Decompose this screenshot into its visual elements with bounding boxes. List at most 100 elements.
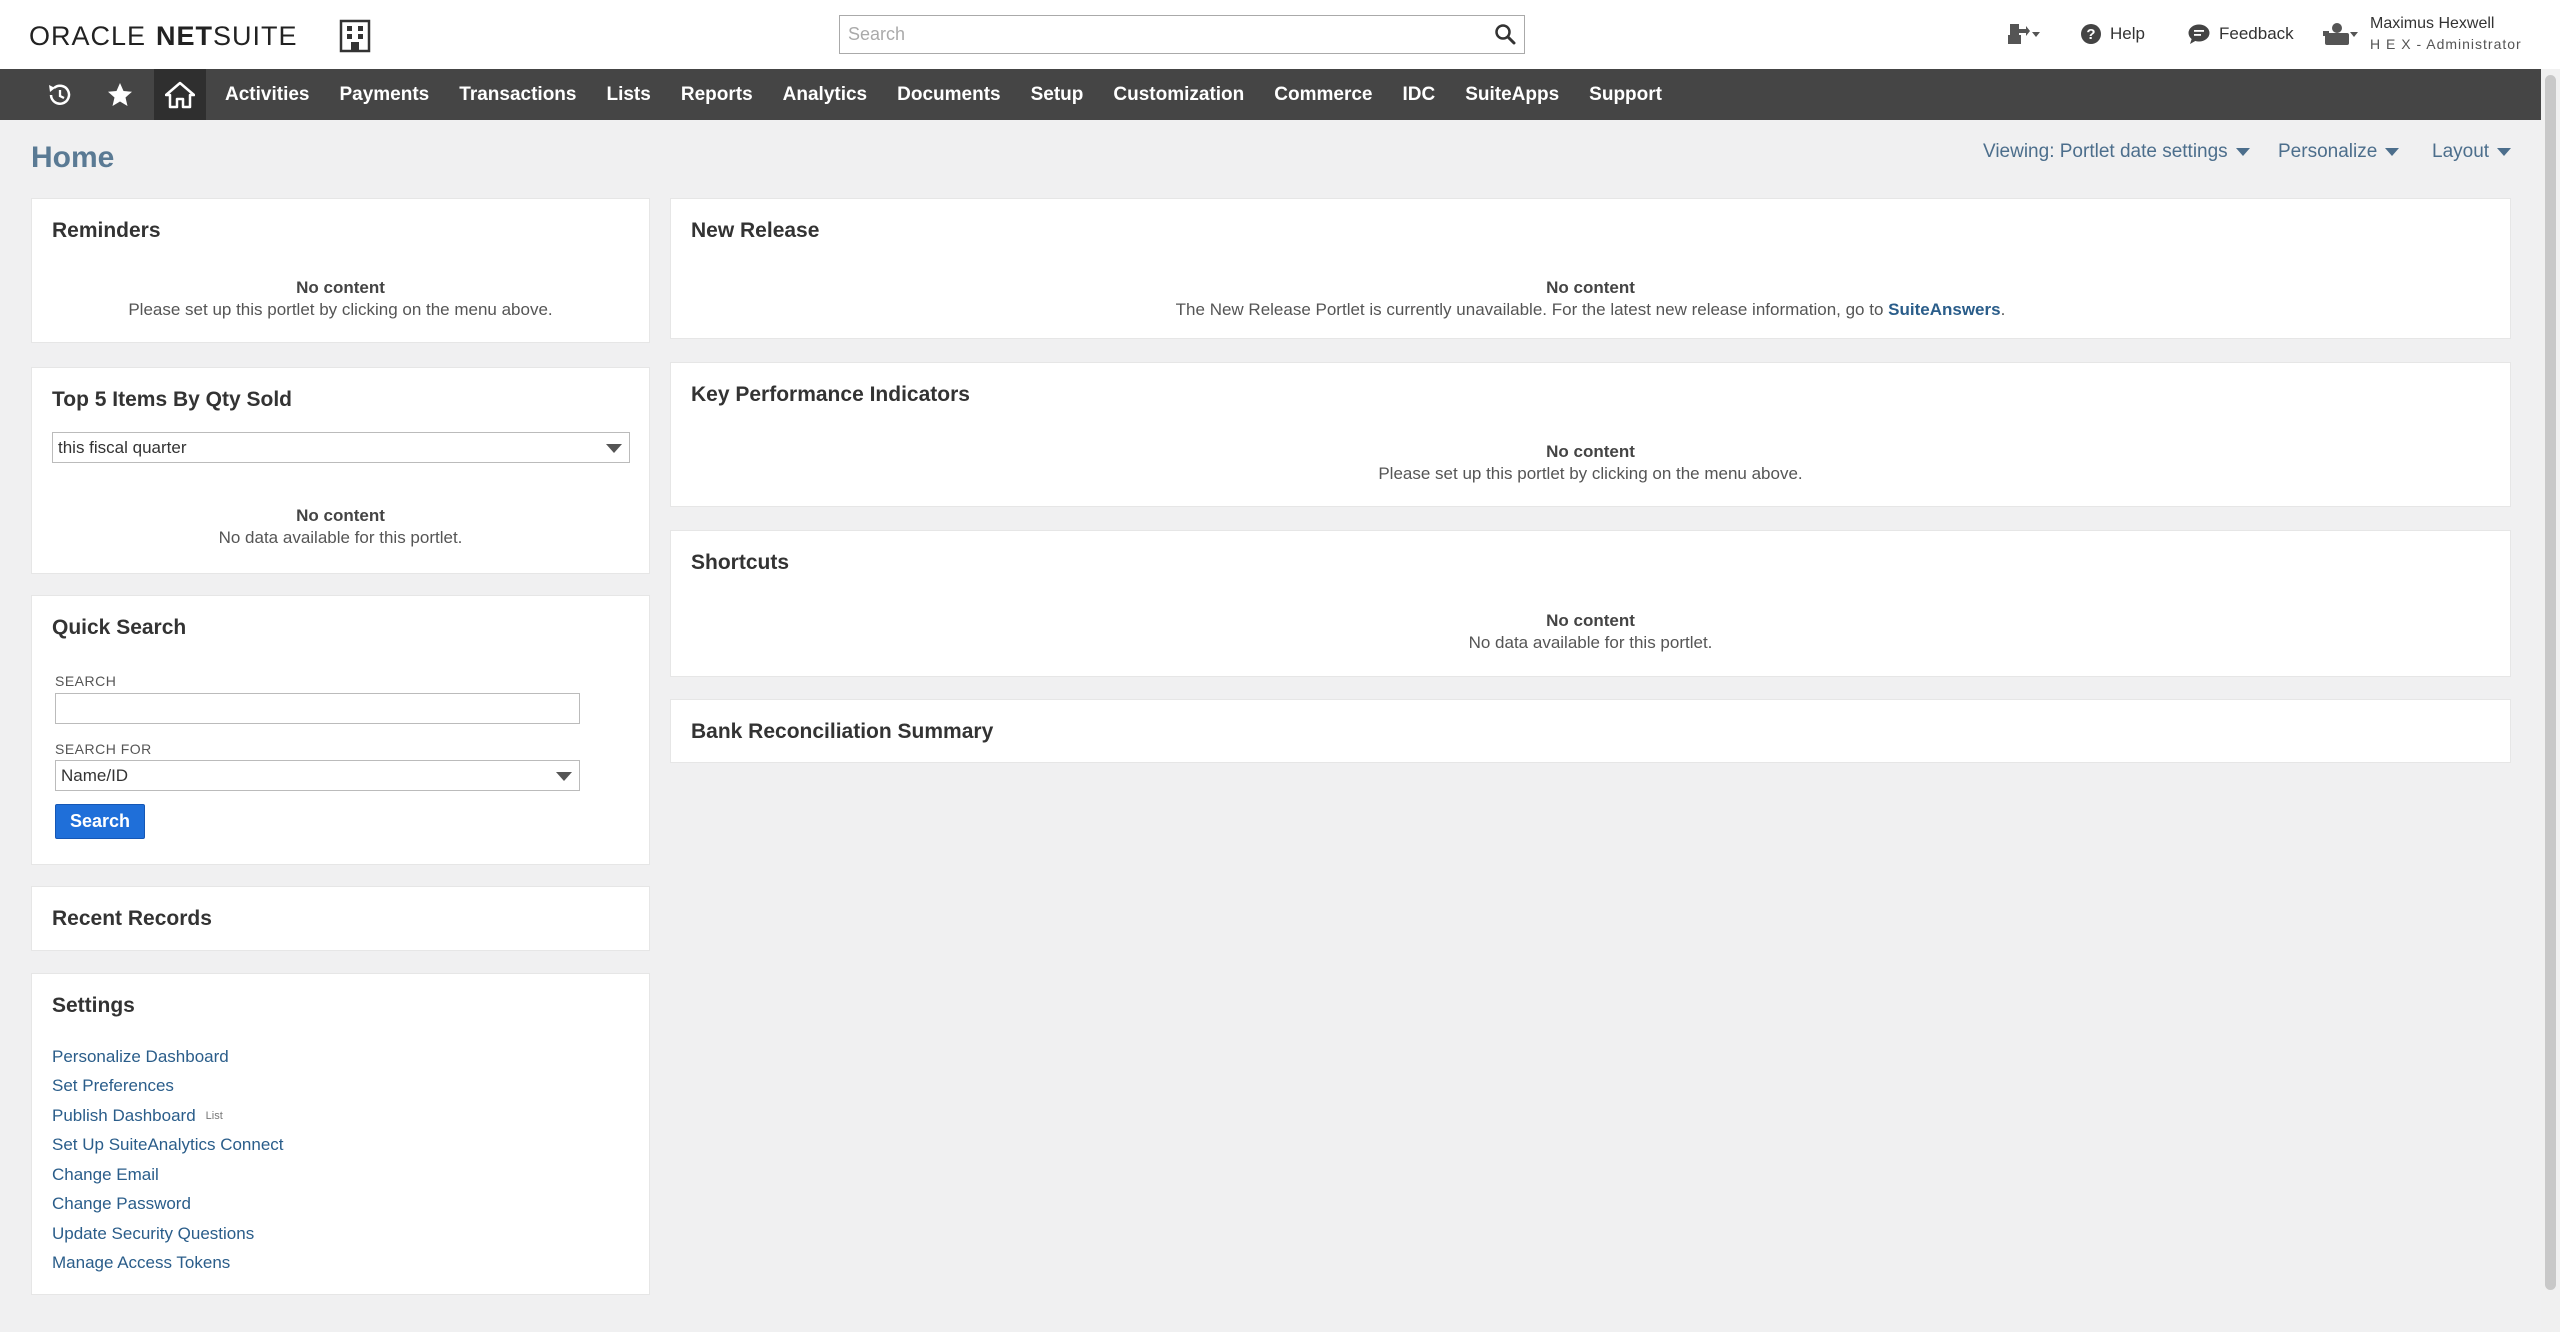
chevron-down-icon xyxy=(556,771,572,781)
portlet-title: Recent Records xyxy=(52,907,212,930)
home-button[interactable] xyxy=(154,69,206,120)
reminders-portlet: Reminders No content Please set up this … xyxy=(31,198,650,343)
portlet-title: Quick Search xyxy=(52,616,187,639)
nav-item-idc[interactable]: IDC xyxy=(1387,69,1450,120)
personalize-dropdown[interactable]: Personalize xyxy=(2278,138,2400,166)
link-label: Update Security Questions xyxy=(52,1223,255,1243)
period-select[interactable]: this fiscal quarter xyxy=(52,432,630,463)
settings-link-change-email[interactable]: Change Email xyxy=(52,1160,284,1190)
search-for-label: SEARCH FOR xyxy=(55,741,152,757)
nav-item-documents[interactable]: Documents xyxy=(882,69,1015,120)
link-label: Set Preferences xyxy=(52,1076,174,1096)
layout-label: Layout xyxy=(2432,141,2490,162)
svg-text:?: ? xyxy=(2086,26,2095,43)
feedback-label: Feedback xyxy=(2219,24,2294,43)
no-content-message: No content Please set up this portlet by… xyxy=(32,277,649,321)
home-icon xyxy=(165,81,195,108)
search-for-select[interactable]: Name/ID xyxy=(55,760,580,791)
settings-links: Personalize Dashboard Set Preferences Pu… xyxy=(52,1042,284,1278)
nav-item-transactions[interactable]: Transactions xyxy=(444,69,591,120)
page-title: Home xyxy=(31,141,115,174)
no-content-message: No content No data available for this po… xyxy=(32,505,649,549)
favorites-button[interactable] xyxy=(95,69,145,120)
no-content-message: No content The New Release Portlet is cu… xyxy=(671,277,2510,321)
feedback-link[interactable]: Feedback xyxy=(2187,14,2294,54)
logo-text-oracle: ORACLE xyxy=(29,20,147,51)
favorites-star-icon xyxy=(108,82,132,106)
nav-menu: Activities Payments Transactions Lists R… xyxy=(210,69,1677,120)
publish-list-tag[interactable]: List xyxy=(206,1110,223,1122)
link-label: Publish Dashboard xyxy=(52,1105,196,1125)
nav-item-commerce[interactable]: Commerce xyxy=(1259,69,1387,120)
portlet-title: Shortcuts xyxy=(691,551,790,574)
nav-item-lists[interactable]: Lists xyxy=(591,69,665,120)
no-content-heading: No content xyxy=(296,506,385,525)
nav-item-setup[interactable]: Setup xyxy=(1016,69,1099,120)
shortcuts-portlet: Shortcuts No content No data available f… xyxy=(670,530,2511,677)
viewing-dropdown[interactable]: Viewing: Portlet date settings xyxy=(1983,138,2250,166)
portlet-title: New Release xyxy=(691,219,820,242)
top-header: ORACLE NETSUITE ? Help xyxy=(0,0,2560,69)
recent-history-button[interactable] xyxy=(35,69,85,120)
recent-records-portlet: Recent Records xyxy=(31,886,650,951)
quick-search-button[interactable]: Search xyxy=(55,804,145,839)
settings-link-change-password[interactable]: Change Password xyxy=(52,1190,284,1220)
help-label: Help xyxy=(2110,24,2145,43)
quick-search-input[interactable] xyxy=(55,693,580,724)
no-content-heading: No content xyxy=(1546,611,1635,630)
settings-portlet: Settings Personalize Dashboard Set Prefe… xyxy=(31,973,650,1295)
switch-role-icon xyxy=(2008,24,2040,44)
search-icon[interactable] xyxy=(1494,23,1516,45)
logo-text-suite: SUITE xyxy=(213,20,298,51)
settings-link-personalize-dashboard[interactable]: Personalize Dashboard xyxy=(52,1042,284,1072)
chevron-down-icon xyxy=(606,443,622,453)
viewing-label: Viewing: Portlet date settings xyxy=(1983,141,2228,162)
chevron-down-icon xyxy=(2235,148,2250,156)
bank-reconciliation-portlet: Bank Reconciliation Summary xyxy=(670,699,2511,763)
settings-link-set-preferences[interactable]: Set Preferences xyxy=(52,1072,284,1102)
page-scrollbar[interactable] xyxy=(2541,69,2560,1332)
nav-item-payments[interactable]: Payments xyxy=(324,69,444,120)
scrollbar-thumb[interactable] xyxy=(2545,75,2556,1290)
nav-item-customization[interactable]: Customization xyxy=(1098,69,1259,120)
no-content-heading: No content xyxy=(1546,278,1635,297)
kpi-portlet: Key Performance Indicators No content Pl… xyxy=(670,362,2511,507)
chevron-down-icon xyxy=(2385,148,2400,156)
portlet-title: Reminders xyxy=(52,219,161,242)
personalize-label: Personalize xyxy=(2278,141,2378,162)
oracle-netsuite-logo[interactable]: ORACLE NET SUITE xyxy=(29,21,298,51)
global-search-input[interactable] xyxy=(840,16,1476,52)
user-roles-menu[interactable] xyxy=(2322,14,2358,54)
settings-link-security-questions[interactable]: Update Security Questions xyxy=(52,1219,284,1249)
user-roles-icon xyxy=(2323,23,2358,45)
global-search-box xyxy=(839,15,1525,54)
no-content-text: No data available for this portlet. xyxy=(218,528,463,547)
user-info[interactable]: Maximus Hexwell H E X - Administrator xyxy=(2370,13,2522,55)
search-for-value: Name/ID xyxy=(61,765,129,785)
no-content-heading: No content xyxy=(296,278,385,297)
nav-item-reports[interactable]: Reports xyxy=(666,69,768,120)
new-release-message: The New Release Portlet is currently una… xyxy=(1175,300,1884,319)
feedback-icon xyxy=(2188,24,2210,44)
settings-link-suiteanalytics-connect[interactable]: Set Up SuiteAnalytics Connect xyxy=(52,1131,284,1161)
top-items-portlet: Top 5 Items By Qty Sold this fiscal quar… xyxy=(31,367,650,574)
suiteanswers-link[interactable]: SuiteAnswers xyxy=(1888,300,2000,319)
portlet-title: Settings xyxy=(52,994,135,1017)
link-label: Change Email xyxy=(52,1164,159,1184)
company-logo-icon[interactable] xyxy=(338,19,372,53)
nav-item-activities[interactable]: Activities xyxy=(210,69,324,120)
nav-item-suiteapps[interactable]: SuiteApps xyxy=(1450,69,1574,120)
nav-item-analytics[interactable]: Analytics xyxy=(768,69,882,120)
no-content-message: No content No data available for this po… xyxy=(671,610,2510,654)
link-label: Personalize Dashboard xyxy=(52,1046,229,1066)
no-content-heading: No content xyxy=(1546,442,1635,461)
switch-role-button[interactable] xyxy=(2006,14,2040,54)
search-field-label: SEARCH xyxy=(55,673,117,689)
settings-link-access-tokens[interactable]: Manage Access Tokens xyxy=(52,1249,284,1279)
help-link[interactable]: ? Help xyxy=(2080,14,2145,54)
layout-dropdown[interactable]: Layout xyxy=(2432,138,2512,166)
settings-link-publish-dashboard[interactable]: Publish Dashboard List xyxy=(52,1101,284,1131)
link-label: Change Password xyxy=(52,1194,191,1214)
recent-history-icon xyxy=(49,83,71,105)
nav-item-support[interactable]: Support xyxy=(1574,69,1677,120)
